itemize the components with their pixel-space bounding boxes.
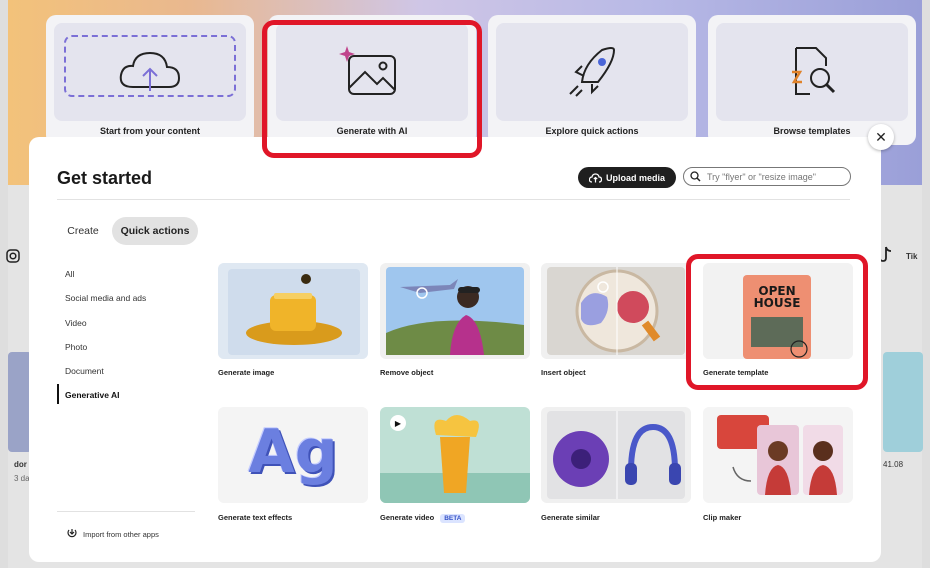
- tile-label: Insert object: [541, 368, 586, 377]
- sidebar-active-indicator: [57, 384, 59, 404]
- tile-label: Generate similar: [541, 513, 600, 522]
- instagram-icon: [6, 249, 20, 263]
- play-icon: ▶: [390, 415, 406, 431]
- card-label: Generate with AI: [336, 126, 408, 136]
- import-icon: [67, 529, 77, 538]
- tile-label-generate-video: Generate video BETA: [380, 513, 466, 523]
- import-from-apps-button[interactable]: Import from other apps: [67, 529, 159, 539]
- tile-generate-text-effects[interactable]: Ag: [218, 407, 368, 503]
- tab-create[interactable]: Create: [57, 217, 109, 245]
- tile-generate-template[interactable]: OPEN HOUSE: [703, 263, 853, 359]
- background-file-name: dor: [14, 460, 27, 469]
- close-icon: ✕: [875, 128, 887, 145]
- rocket-icon: [569, 47, 616, 97]
- generate-with-ai-card[interactable]: Generate with AI: [268, 15, 476, 145]
- header-divider: [57, 199, 850, 200]
- tile-generate-video[interactable]: ▶: [380, 407, 530, 503]
- tiktok-icon: [880, 246, 892, 262]
- tile-insert-object[interactable]: [541, 263, 691, 359]
- tab-quick-actions[interactable]: Quick actions: [112, 217, 198, 245]
- clip-maker-image: [717, 415, 843, 495]
- search-icon: [690, 171, 701, 182]
- sidebar-item-video[interactable]: Video: [65, 318, 87, 328]
- modal-title: Get started: [57, 168, 153, 188]
- background-file-date: 3 da: [14, 474, 30, 483]
- sidebar-divider: [57, 511, 195, 512]
- tile-label: Clip maker: [703, 513, 742, 522]
- cloud-upload-icon: [588, 172, 602, 183]
- start-from-content-card[interactable]: Start from your content: [46, 15, 254, 145]
- tile-label: Generate template: [703, 368, 769, 377]
- beta-badge: BETA: [440, 514, 466, 523]
- cyclist-image: [386, 267, 524, 355]
- sidebar-item-photo[interactable]: Photo: [65, 342, 87, 352]
- template-art-text: OPEN HOUSE: [753, 284, 801, 310]
- tile-label: Generate image: [218, 368, 275, 377]
- background-edge-text: Tik: [906, 252, 918, 261]
- honey-image: [218, 263, 368, 359]
- sidebar-item-social-media[interactable]: Social media and ads: [65, 293, 146, 303]
- sidebar-item-generative-ai[interactable]: Generative AI: [65, 390, 120, 400]
- search-box[interactable]: [683, 167, 851, 186]
- vinyl-headphones-image: [547, 411, 685, 499]
- card-label: Explore quick actions: [545, 126, 639, 136]
- tile-remove-object[interactable]: [380, 263, 530, 359]
- text-effect-art: Ag: [248, 417, 338, 487]
- template-search-icon: [791, 47, 836, 95]
- background-file-meta: 41.08: [883, 460, 904, 469]
- tile-generate-similar[interactable]: [541, 407, 691, 503]
- close-modal-button[interactable]: ✕: [868, 124, 894, 150]
- upload-media-label: Upload media: [605, 172, 665, 183]
- card-label: Start from your content: [99, 126, 200, 136]
- sidebar-item-document[interactable]: Document: [65, 366, 104, 376]
- import-label: Import from other apps: [83, 529, 159, 539]
- tile-label: Generate text effects: [218, 513, 293, 522]
- search-input[interactable]: [705, 170, 849, 183]
- sparkle-image-icon: [339, 46, 396, 95]
- plate-image: [547, 267, 685, 355]
- upload-media-button[interactable]: Upload media: [578, 167, 676, 188]
- tile-label: Generate video: [380, 513, 435, 522]
- get-started-modal: Get started Upload media Create Quick ac…: [29, 137, 881, 562]
- background-thumbnail-right[interactable]: [883, 352, 923, 452]
- sidebar-item-all[interactable]: All: [65, 269, 74, 279]
- tile-clip-maker[interactable]: [703, 407, 853, 503]
- tile-generate-image[interactable]: [218, 263, 368, 359]
- tile-label: Remove object: [380, 368, 434, 377]
- explore-quick-actions-card[interactable]: Explore quick actions: [488, 15, 696, 145]
- template-flyer-image: [703, 263, 853, 359]
